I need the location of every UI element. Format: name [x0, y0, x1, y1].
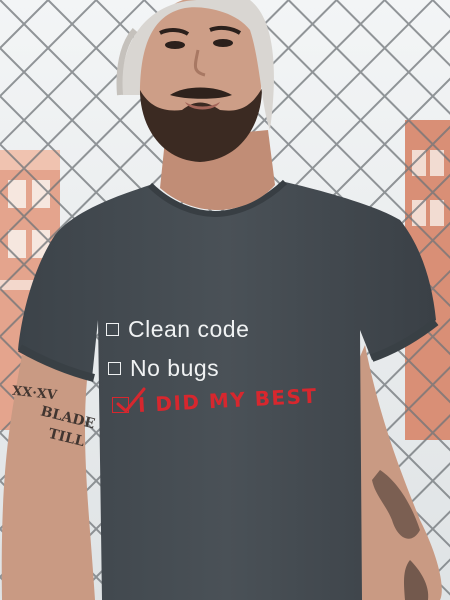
left-arm — [1, 355, 95, 600]
photo-scene: Clean code No bugs I DID MY BEST XX·XV B… — [0, 0, 450, 600]
photo-illustration — [0, 0, 450, 600]
